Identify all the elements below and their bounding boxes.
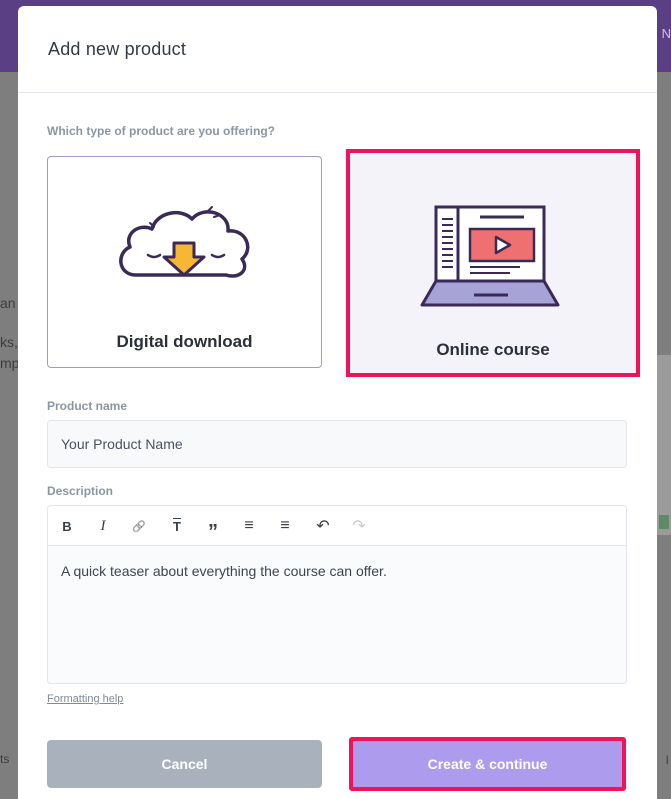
background-text-fragment: I <box>665 753 669 767</box>
product-name-input[interactable] <box>47 420 627 468</box>
description-editor: B I 🔗 T ” ≡ ≡ ↶ ↷ A quick teaser about e… <box>47 505 627 684</box>
formatting-help-link[interactable]: Formatting help <box>47 693 123 705</box>
product-type-label: Online course <box>436 340 550 359</box>
product-type-label: Digital download <box>116 332 253 351</box>
background-text-fragment: mp <box>0 355 20 371</box>
background-left-panel: an ks, mp ts <box>0 72 20 799</box>
numbered-list-icon[interactable]: ≡ <box>274 516 296 536</box>
cancel-button[interactable]: Cancel <box>47 740 322 788</box>
background-text-fragment: ts <box>0 752 10 766</box>
product-type-online-course[interactable]: Online course <box>346 149 640 377</box>
redo-icon[interactable]: ↷ <box>348 516 370 536</box>
quote-icon[interactable]: ” <box>202 516 224 543</box>
bullet-list-icon[interactable]: ≡ <box>238 516 260 536</box>
cloud-download-icon <box>119 206 250 278</box>
modal-title: Add new product <box>48 39 187 59</box>
create-continue-button[interactable]: Create & continue <box>349 737 626 791</box>
product-type-digital-download[interactable]: Digital download <box>47 156 322 368</box>
undo-icon[interactable]: ↶ <box>312 516 334 536</box>
bold-icon[interactable]: B <box>56 516 78 536</box>
heading-icon[interactable]: T <box>166 516 188 536</box>
description-textarea[interactable]: A quick teaser about everything the cour… <box>48 546 626 596</box>
background-illustration <box>657 355 671 535</box>
product-type-question: Which type of product are you offering? <box>47 124 275 138</box>
background-text-fragment: ks, <box>0 334 18 350</box>
editor-toolbar: B I 🔗 T ” ≡ ≡ ↶ ↷ <box>48 506 626 546</box>
add-product-modal: Add new product Which type of product ar… <box>18 6 657 799</box>
description-label: Description <box>47 484 114 498</box>
product-name-label: Product name <box>47 399 128 413</box>
italic-icon[interactable]: I <box>92 516 114 536</box>
modal-header: Add new product <box>18 6 657 93</box>
link-icon[interactable]: 🔗 <box>128 516 150 536</box>
background-text-fragment: an <box>0 295 16 311</box>
laptop-video-icon <box>420 205 560 307</box>
background-topbar-text: N <box>661 26 671 41</box>
